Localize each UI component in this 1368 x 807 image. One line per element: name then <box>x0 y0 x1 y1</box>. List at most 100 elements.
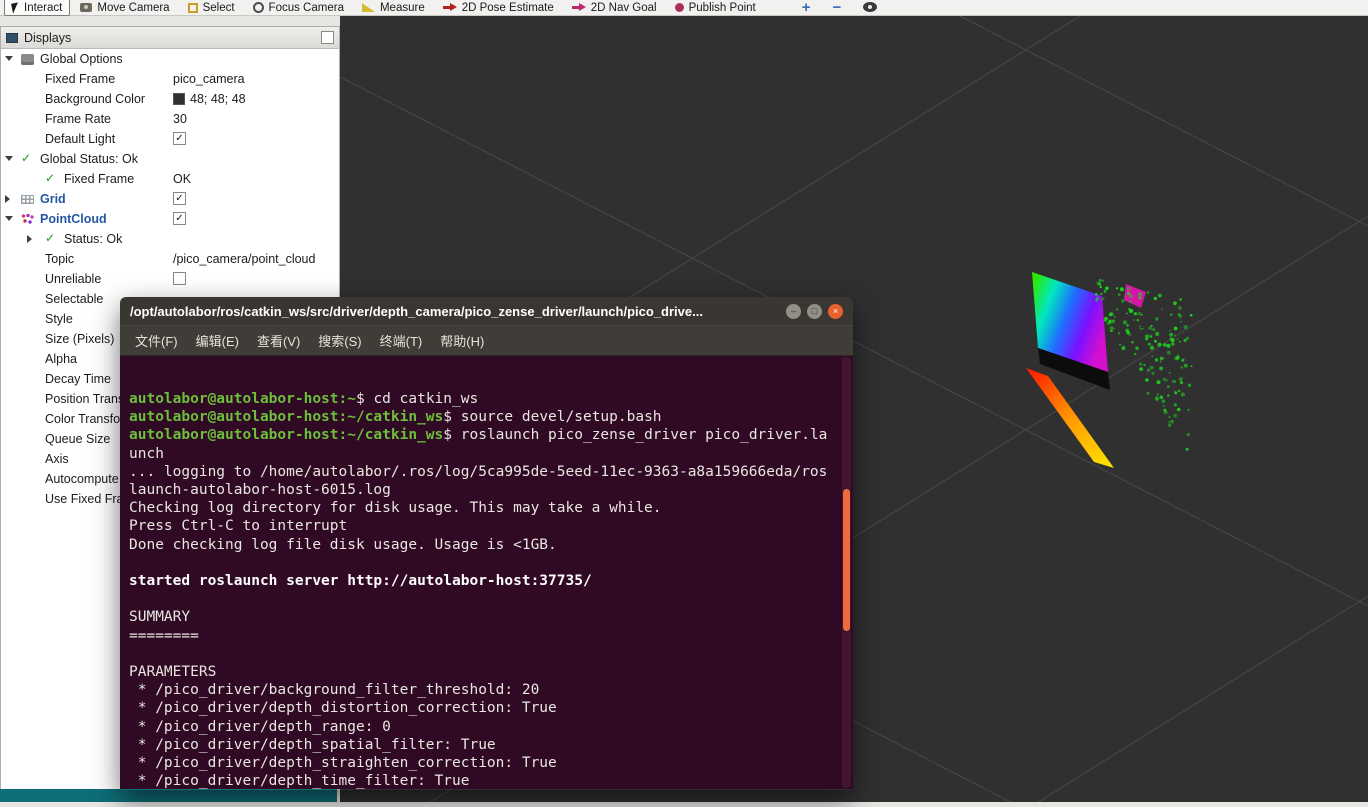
terminal-text-segment: roslaunch pico_zense_driver pico_driver.… <box>461 427 828 443</box>
collapse-arrow-icon[interactable] <box>5 56 13 61</box>
tool-move-camera[interactable]: Move Camera <box>72 0 177 16</box>
row-label: Topic <box>45 252 74 266</box>
terminal-line <box>129 554 841 572</box>
row-label: Selectable <box>45 292 103 306</box>
tree-row-status-ok[interactable]: ✓ Status: Ok <box>1 229 339 249</box>
row-value: 48; 48; 48 <box>173 92 246 106</box>
value-text[interactable]: OK <box>173 172 191 186</box>
checkbox[interactable]: ✓ <box>173 192 186 205</box>
terminal-title: /opt/autolabor/ros/catkin_ws/src/driver/… <box>130 304 776 319</box>
maximize-button[interactable]: □ <box>807 304 822 319</box>
terminal-window: /opt/autolabor/ros/catkin_ws/src/driver/… <box>120 297 853 790</box>
value-text[interactable]: 48; 48; 48 <box>190 92 246 106</box>
row-label: Status: Ok <box>64 232 122 246</box>
terminal-text-segment: $ <box>356 391 373 407</box>
tree-row-grid[interactable]: Grid✓ <box>1 189 339 209</box>
row-label: Fixed Frame <box>64 172 134 186</box>
value-text[interactable]: 30 <box>173 112 187 126</box>
tool-interact[interactable]: Interact <box>4 0 70 16</box>
checkbox[interactable]: ✓ <box>173 132 186 145</box>
tool-label: Publish Point <box>689 2 756 14</box>
terminal-menu-6[interactable]: 帮助(H) <box>431 331 493 350</box>
tool-measure[interactable]: Measure <box>354 0 433 16</box>
displays-panel-icon <box>6 33 18 43</box>
terminal-text-segment: * /pico_driver/depth_time_filter: True <box>129 773 469 789</box>
tool-label: Move Camera <box>97 2 169 14</box>
terminal-line: Checking log directory for disk usage. T… <box>129 499 841 517</box>
terminal-text-segment: Checking log directory for disk usage. T… <box>129 500 662 516</box>
scrollbar-handle[interactable] <box>843 489 850 631</box>
terminal-line: * /pico_driver/depth_range: 0 <box>129 718 841 736</box>
tree-row-frame-rate[interactable]: Frame Rate 30 <box>1 109 339 129</box>
color-swatch[interactable] <box>173 93 185 105</box>
tree-row-default-light[interactable]: Default Light ✓ <box>1 129 339 149</box>
terminal-menu-5[interactable]: 终端(T) <box>371 331 432 350</box>
terminal-line: * /pico_driver/depth_straighten_correcti… <box>129 754 841 772</box>
tool-publish-point[interactable]: Publish Point <box>667 0 764 16</box>
terminal-output[interactable]: autolabor@autolabor-host:~$ cd catkin_ws… <box>120 356 853 789</box>
close-button[interactable]: × <box>828 304 843 319</box>
row-label: Global Options <box>40 52 123 66</box>
tree-row-global-options[interactable]: Global Options <box>1 49 339 69</box>
value-text[interactable]: pico_camera <box>173 72 245 86</box>
remove-tool-button[interactable]: − <box>829 1 846 15</box>
collapse-arrow-icon[interactable] <box>5 156 13 161</box>
terminal-scrollbar[interactable] <box>842 357 851 788</box>
terminal-text-segment: cd catkin_ws <box>373 391 478 407</box>
checkbox[interactable]: ✓ <box>173 212 186 225</box>
terminal-line: ... logging to /home/autolabor/.ros/log/… <box>129 463 841 481</box>
tool-focus-camera[interactable]: Focus Camera <box>245 0 352 16</box>
terminal-menu-2[interactable]: 编辑(E) <box>187 331 248 350</box>
terminal-text-segment: $ <box>443 427 460 443</box>
displays-panel-header[interactable]: Displays <box>1 27 339 49</box>
row-label: Background Color <box>45 92 145 106</box>
tree-row-global-status-ok[interactable]: ✓Global Status: Ok <box>1 149 339 169</box>
terminal-text-segment: source devel/setup.bash <box>461 409 662 425</box>
tool-2d-nav-goal[interactable]: 2D Nav Goal <box>564 0 665 16</box>
row-label: Style <box>45 312 73 326</box>
row-label: Frame Rate <box>45 112 111 126</box>
terminal-line: launch-autolabor-host-6015.log <box>129 481 841 499</box>
row-label: Decay Time <box>45 372 111 386</box>
terminal-text-segment: Done checking log file disk usage. Usage… <box>129 537 557 553</box>
row-label: Size (Pixels) <box>45 332 114 346</box>
tree-row-topic[interactable]: Topic/pico_camera/point_cloud <box>1 249 339 269</box>
tool-visibility-button[interactable] <box>859 1 881 15</box>
terminal-line: Press Ctrl-C to interrupt <box>129 517 841 535</box>
tool-2d-pose-estimate[interactable]: 2D Pose Estimate <box>435 0 562 16</box>
add-tool-button[interactable]: + <box>798 1 815 15</box>
row-value: ✓ <box>173 192 186 205</box>
tree-row-fixed-frame[interactable]: ✓Fixed FrameOK <box>1 169 339 189</box>
terminal-text-segment: * /pico_driver/depth_spatial_filter: Tru… <box>129 737 496 753</box>
minimize-button[interactable]: – <box>786 304 801 319</box>
tree-row-unreliable[interactable]: Unreliable <box>1 269 339 289</box>
terminal-text-segment: autolabor@autolabor-host:~/catkin_ws <box>129 427 443 443</box>
terminal-menu-1[interactable]: 文件(F) <box>126 331 187 350</box>
terminal-line: unch <box>129 445 841 463</box>
tree-row-fixed-frame[interactable]: Fixed Framepico_camera <box>1 69 339 89</box>
terminal-menu-3[interactable]: 查看(V) <box>248 331 309 350</box>
check-icon: ✓ <box>45 232 58 245</box>
terminal-text-segment: * /pico_driver/background_filter_thresho… <box>129 682 539 698</box>
terminal-line <box>129 590 841 608</box>
row-label: Unreliable <box>45 272 101 286</box>
value-text[interactable]: /pico_camera/point_cloud <box>173 252 315 266</box>
row-label: Default Light <box>45 132 115 146</box>
terminal-line: SUMMARY <box>129 608 841 626</box>
tool-label: Measure <box>380 2 425 14</box>
tool-select[interactable]: Select <box>180 0 243 16</box>
expand-arrow-icon[interactable] <box>5 195 10 203</box>
terminal-titlebar[interactable]: /opt/autolabor/ros/catkin_ws/src/driver/… <box>120 297 853 325</box>
row-label: Axis <box>45 452 69 466</box>
terminal-line: autolabor@autolabor-host:~$ cd catkin_ws <box>129 390 841 408</box>
tree-row-background-color[interactable]: Background Color 48; 48; 48 <box>1 89 339 109</box>
checkbox[interactable] <box>173 272 186 285</box>
collapse-arrow-icon[interactable] <box>5 216 13 221</box>
row-value <box>173 272 186 285</box>
bottom-panel-strip[interactable] <box>0 789 337 802</box>
float-panel-button[interactable] <box>321 31 334 44</box>
tree-row-pointcloud[interactable]: PointCloud✓ <box>1 209 339 229</box>
terminal-menu-4[interactable]: 搜索(S) <box>309 331 370 350</box>
expand-arrow-icon[interactable] <box>27 235 32 243</box>
terminal-text-segment: Press Ctrl-C to interrupt <box>129 518 347 534</box>
